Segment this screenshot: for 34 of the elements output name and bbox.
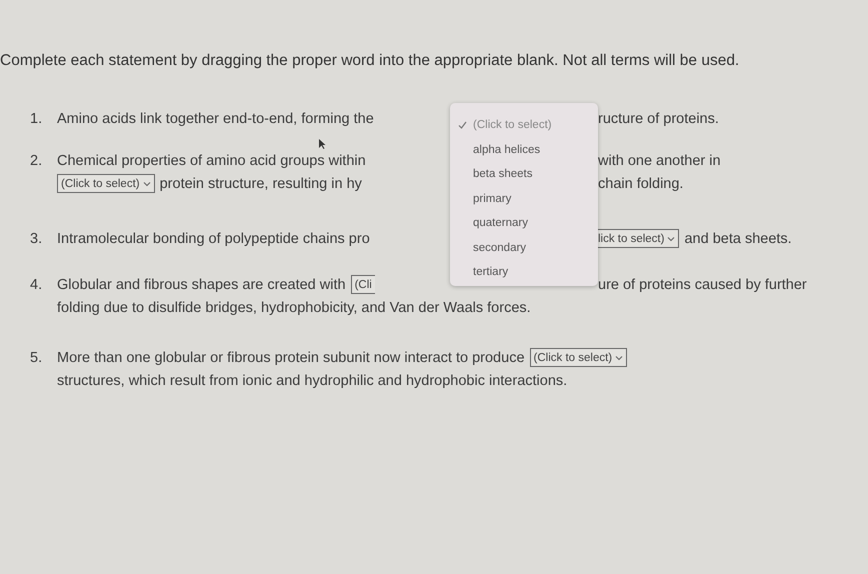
caret-icon bbox=[615, 354, 624, 360]
menu-option[interactable]: primary bbox=[450, 186, 598, 211]
check-icon bbox=[458, 121, 467, 130]
select-dropdown[interactable]: (Click to select) bbox=[530, 348, 628, 367]
statement-text: protein structure, resulting in hy bbox=[160, 176, 362, 192]
statement-text: with one another in bbox=[598, 152, 721, 168]
cursor-icon bbox=[318, 138, 326, 150]
menu-option[interactable]: beta sheets bbox=[450, 162, 598, 186]
select-dropdown[interactable]: (Cli bbox=[350, 275, 375, 294]
statement-text: Intramolecular bonding of polypeptide chains pro bbox=[57, 230, 370, 246]
instructions-text: Complete each statement by dragging the proper word into the appropriate blank. Not all terms will be used. bbox=[0, 51, 740, 70]
caret-icon bbox=[667, 236, 676, 242]
caret-icon bbox=[142, 180, 151, 186]
statement-text: ure of proteins caused by further bbox=[598, 276, 807, 292]
menu-option[interactable]: quaternary bbox=[450, 211, 598, 236]
statement-number: 5. bbox=[30, 348, 44, 368]
menu-option[interactable]: secondary bbox=[450, 236, 598, 260]
statement-text: and beta sheets. bbox=[684, 230, 792, 246]
statement-text: Globular and fibrous shapes are created with bbox=[57, 276, 346, 292]
statement-text: Chemical properties of amino acid groups within bbox=[57, 152, 366, 168]
statement-number: 3. bbox=[30, 230, 44, 248]
statement-text: Amino acids link together end-to-end, forming the bbox=[57, 110, 374, 126]
statement-text: structures, which result from ionic and hydrophilic and hydrophobic interactions. bbox=[57, 372, 568, 388]
statement-text: chain folding. bbox=[598, 176, 684, 192]
statement-number: 1. bbox=[30, 110, 44, 128]
menu-option[interactable]: alpha helices bbox=[450, 138, 598, 162]
select-dropdown[interactable]: lick to select) bbox=[598, 229, 680, 248]
menu-option[interactable]: tertiary bbox=[450, 260, 598, 284]
statement-text: folding due to disulfide bridges, hydrophobicity, and Van der Waals forces. bbox=[57, 300, 531, 316]
statement-text: More than one globular or fibrous protein subunit now interact to produce bbox=[57, 350, 525, 366]
select-dropdown[interactable]: (Click to select) bbox=[57, 174, 155, 193]
statement-number: 4. bbox=[30, 276, 44, 294]
statement-number: 2. bbox=[30, 152, 44, 170]
statement-text: ructure of proteins. bbox=[598, 110, 719, 126]
